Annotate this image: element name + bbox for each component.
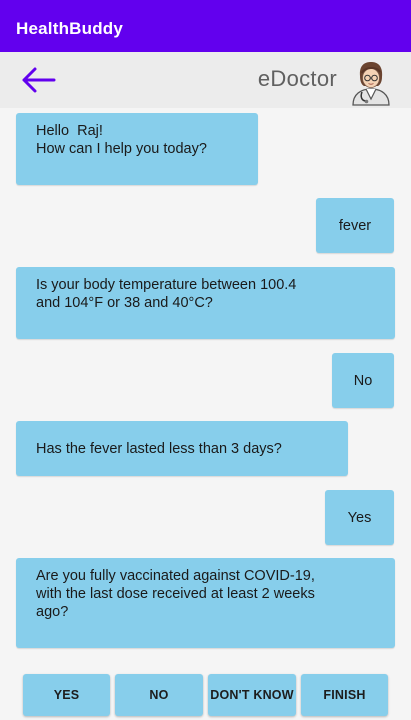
chat-header: eDoctor [0,52,411,108]
doctor-name: eDoctor [257,66,337,91]
no-button[interactable]: NO [115,674,203,716]
app-bar: HealthBuddy [0,6,411,52]
bot-message: Is your body temperature between 100.4 a… [16,267,395,339]
user-message: No [332,353,394,408]
finish-button[interactable]: FINISH [301,674,388,716]
user-message: fever [316,198,394,253]
bot-message: Has the fever lasted less than 3 days? [16,421,348,476]
bot-message: Are you fully vaccinated against COVID-1… [16,558,395,648]
quick-reply-bar: YES NO DON'T KNOW FINISH [0,666,411,720]
user-message: Yes [325,490,394,545]
dont-know-button[interactable]: DON'T KNOW [208,674,296,716]
yes-button[interactable]: YES [23,674,110,716]
bot-message: Hello Raj! How can I help you today? [16,113,258,185]
back-button[interactable] [18,64,58,96]
doctor-avatar-icon [352,62,390,106]
chat-messages: Hello Raj! How can I help you today? fev… [0,108,411,660]
arrow-left-icon [22,67,56,93]
app-title: HealthBuddy [16,19,124,38]
